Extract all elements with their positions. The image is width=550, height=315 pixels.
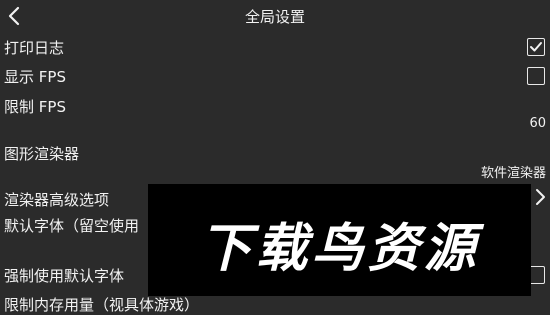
header-bar: 全局设置 [0,0,550,32]
print-log-label: 打印日志 [4,39,65,57]
checkmark-icon [530,42,542,52]
watermark-overlay: 下载鸟资源 [148,184,531,296]
show-fps-checkbox[interactable] [527,67,545,85]
renderer-label[interactable]: 图形渲染器 [4,143,79,164]
page-title: 全局设置 [244,8,305,26]
print-log-checkbox[interactable] [527,38,545,56]
default-font-label[interactable]: 默认字体（留空使用 [4,215,139,236]
limit-fps-value: 60 [529,116,546,131]
renderer-advanced-label[interactable]: 渲染器高级选项 [4,189,109,210]
renderer-value: 软件渲染器 [480,166,546,181]
show-fps-label: 显示 FPS [4,68,66,86]
memory-limit-label[interactable]: 限制内存用量（视具体游戏） [4,294,199,315]
force-default-font-label: 强制使用默认字体 [4,267,125,285]
watermark-text: 下载鸟资源 [199,219,480,279]
chevron-right-icon[interactable] [534,187,546,207]
limit-fps-label[interactable]: 限制 FPS [4,96,66,117]
